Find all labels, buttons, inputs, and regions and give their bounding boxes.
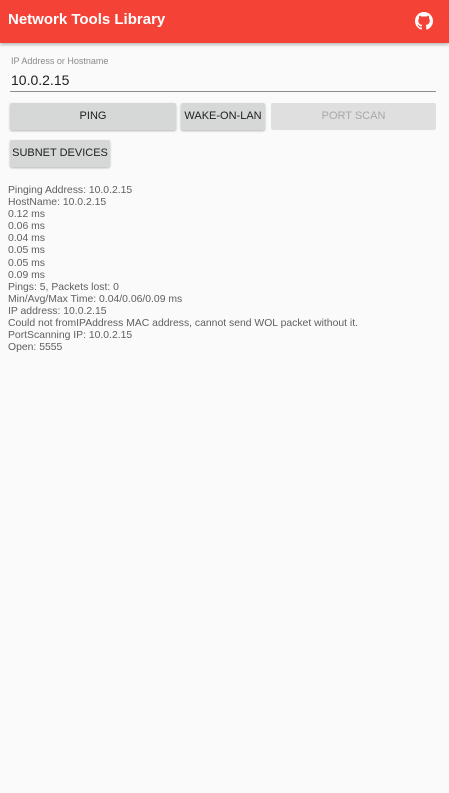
output-line: 0.05 ms: [8, 245, 45, 257]
app-title: Network Tools Library: [8, 11, 166, 28]
app-bar: Network Tools Library: [0, 0, 449, 43]
output-line: 0.05 ms: [8, 257, 45, 269]
ip-field-label: IP Address or Hostname: [11, 56, 109, 66]
ip-address-input[interactable]: [10, 70, 436, 92]
ping-button[interactable]: PING: [10, 103, 176, 130]
output-line: 0.09 ms: [8, 269, 45, 281]
output-line: Min/Avg/Max Time: 0.04/0.06/0.09 ms: [8, 293, 183, 305]
output-line: 0.12 ms: [8, 209, 45, 221]
github-icon: [415, 12, 433, 30]
output-line: HostName: 10.0.2.15: [8, 197, 107, 209]
output-line: Pinging Address: 10.0.2.15: [8, 185, 133, 196]
output-line: 0.06 ms: [8, 221, 45, 233]
subnet-devices-button[interactable]: SUBNET DEVICES: [10, 140, 110, 167]
output-line: 0.04 ms: [8, 233, 45, 245]
output-line: Could not fromIPAddress MAC address, can…: [8, 318, 358, 330]
output-line: Pings: 5, Packets lost: 0: [8, 281, 119, 293]
results-output: Pinging Address: 10.0.2.15 HostName: 10.…: [8, 185, 438, 354]
output-line: PortScanning IP: 10.0.2.15: [8, 330, 133, 342]
github-button[interactable]: [412, 9, 436, 33]
port-scan-button[interactable]: PORT SCAN: [271, 103, 436, 130]
output-line: IP address: 10.0.2.15: [8, 305, 107, 317]
output-line: Open: 5555: [8, 342, 63, 354]
wake-on-lan-button[interactable]: WAKE-ON-LAN: [181, 103, 265, 130]
